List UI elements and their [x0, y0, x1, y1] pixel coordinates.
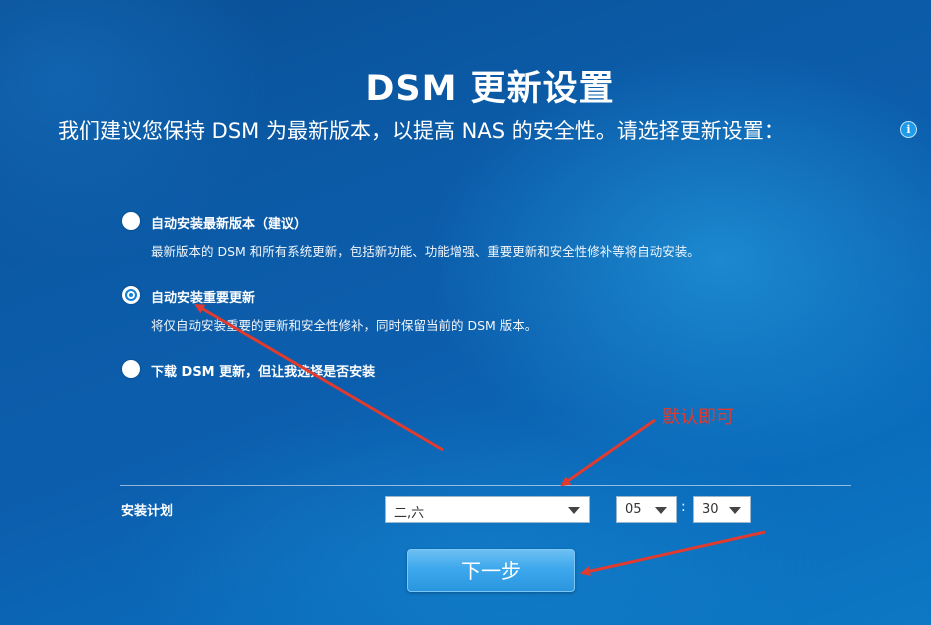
schedule-label: 安装计划 — [121, 504, 174, 519]
radio-auto-install-important[interactable] — [122, 286, 140, 304]
chevron-down-icon — [729, 507, 741, 514]
chevron-down-icon — [655, 507, 667, 514]
days-select-value: 二,六 — [394, 506, 425, 521]
option-label: 自动安装重要更新 — [151, 291, 256, 306]
minute-select-value: 30 — [702, 502, 719, 517]
radio-auto-install-latest[interactable] — [122, 212, 140, 230]
minute-select[interactable]: 30 — [693, 496, 751, 523]
arrow-to-next-button — [580, 530, 766, 577]
hour-select-value: 05 — [625, 502, 642, 517]
chevron-down-icon — [568, 507, 580, 514]
page-title: DSM 更新设置 — [365, 69, 615, 109]
divider — [120, 485, 851, 486]
option-label: 自动安装最新版本（建议） — [151, 217, 308, 232]
next-button[interactable]: 下一步 — [407, 549, 575, 592]
option-description: 最新版本的 DSM 和所有系统更新，包括新功能、功能增强、重要更新和安全性修补等… — [151, 244, 700, 259]
time-separator: : — [681, 499, 686, 515]
annotation-text: 默认即可 — [662, 407, 734, 428]
hour-select[interactable]: 05 — [616, 496, 677, 523]
days-select[interactable]: 二,六 — [385, 496, 590, 523]
option-label: 下载 DSM 更新，但让我选择是否安装 — [151, 365, 376, 380]
arrow-to-schedule — [560, 418, 656, 487]
option-description: 将仅自动安装重要的更新和安全性修补，同时保留当前的 DSM 版本。 — [151, 318, 538, 333]
info-icon[interactable]: i — [900, 121, 917, 138]
radio-download-only[interactable] — [122, 360, 140, 378]
page-subtitle: 我们建议您保持 DSM 为最新版本，以提高 NAS 的安全性。请选择更新设置： — [58, 119, 785, 143]
